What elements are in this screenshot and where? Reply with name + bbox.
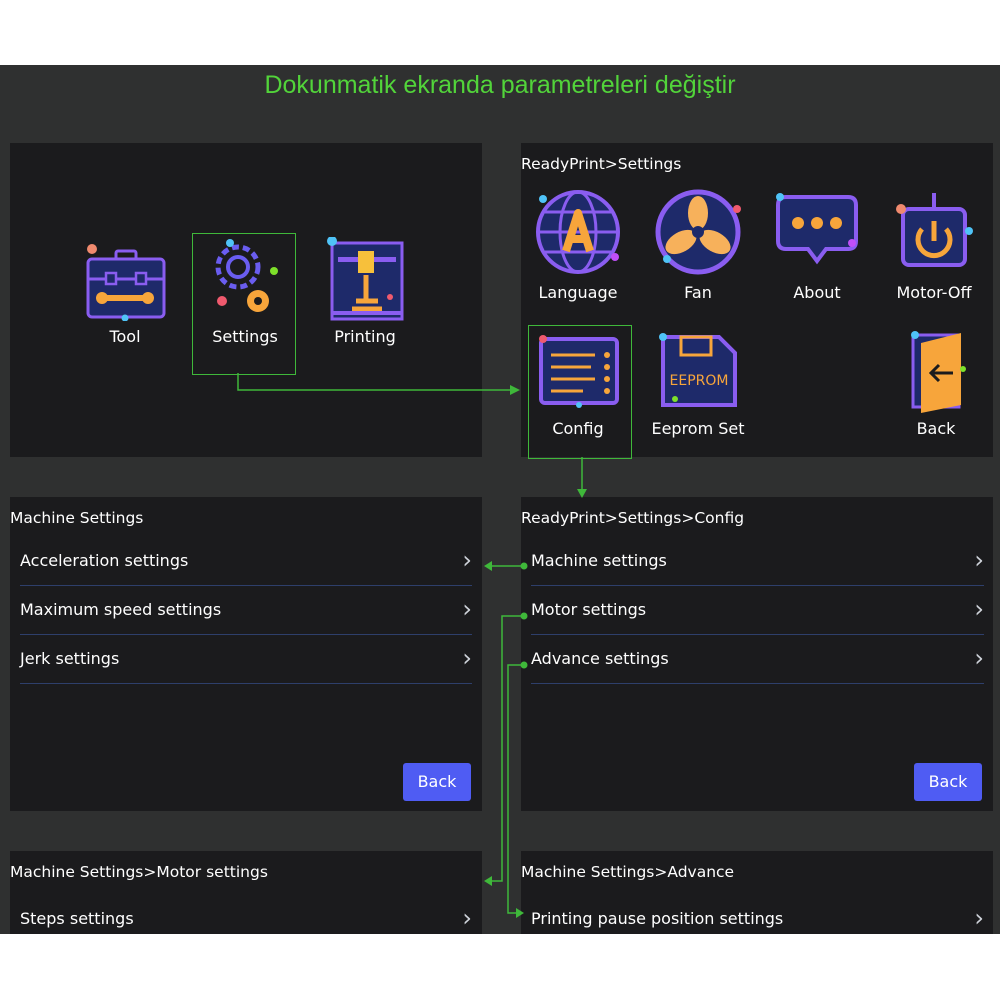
steps-settings-row[interactable]: Steps settings › <box>20 895 472 934</box>
arrow-head <box>484 876 492 886</box>
config-selection-frame <box>528 325 632 459</box>
back-tile[interactable]: Back <box>881 329 991 438</box>
row-label: Printing pause position settings <box>531 909 784 928</box>
motor-settings-panel: Machine Settings>Motor settings Steps se… <box>10 851 482 934</box>
config-panel: ReadyPrint>Settings>Config Machine setti… <box>521 497 993 811</box>
chat-icon <box>762 187 872 277</box>
about-label: About <box>793 283 841 302</box>
breadcrumb: ReadyPrint>Settings>Config <box>521 509 745 527</box>
chevron-right-icon: › <box>462 546 472 574</box>
breadcrumb: ReadyPrint>Settings <box>521 155 682 173</box>
breadcrumb: Machine Settings>Advance <box>521 863 735 881</box>
tool-label: Tool <box>109 327 141 346</box>
row-label: Motor settings <box>531 600 647 619</box>
home-panel: Tool Settings Printing <box>10 143 482 457</box>
connector-motor <box>490 615 522 882</box>
back-button[interactable]: Back <box>914 763 982 801</box>
screen-stage: Dokunmatik ekranda parametreleri değişti… <box>0 65 1000 934</box>
row-label: Machine settings <box>531 551 667 570</box>
fan-tile[interactable]: Fan <box>643 187 753 302</box>
jerk-settings-row[interactable]: Jerk settings › <box>20 635 472 684</box>
fan-label: Fan <box>684 283 712 302</box>
printing-tile[interactable]: Printing <box>310 237 420 346</box>
acceleration-settings-row[interactable]: Acceleration settings › <box>20 537 472 586</box>
motor-off-tile[interactable]: Motor-Off <box>879 187 989 302</box>
settings-panel: ReadyPrint>Settings Language Fan About M… <box>521 143 993 459</box>
motor-off-label: Motor-Off <box>896 283 972 302</box>
machine-settings-row[interactable]: Machine settings › <box>531 537 984 586</box>
eeprom-icon: EEPROM <box>643 329 753 413</box>
maximum-speed-settings-row[interactable]: Maximum speed settings › <box>20 586 472 635</box>
breadcrumb: Machine Settings <box>10 509 144 527</box>
breadcrumb: Machine Settings>Motor settings <box>10 863 268 881</box>
back-label: Back <box>916 419 956 438</box>
arrow-head <box>510 385 520 395</box>
language-label: Language <box>538 283 618 302</box>
toolbox-icon <box>70 243 180 321</box>
chevron-right-icon: › <box>974 904 984 932</box>
back-button[interactable]: Back <box>403 763 471 801</box>
connector-advance <box>507 664 522 914</box>
power-icon <box>879 187 989 277</box>
row-label: Acceleration settings <box>20 551 189 570</box>
eeprom-label: Eeprom Set <box>651 419 745 438</box>
chevron-right-icon: › <box>974 644 984 672</box>
advance-settings-row[interactable]: Advance settings › <box>531 635 984 684</box>
tool-tile[interactable]: Tool <box>70 243 180 346</box>
advance-settings-panel: Machine Settings>Advance Printing pause … <box>521 851 993 934</box>
language-tile[interactable]: Language <box>523 187 633 302</box>
machine-settings-panel: Machine Settings Acceleration settings ›… <box>10 497 482 811</box>
eeprom-text: EEPROM <box>670 373 729 389</box>
chevron-right-icon: › <box>462 904 472 932</box>
row-label: Advance settings <box>531 649 669 668</box>
chevron-right-icon: › <box>462 644 472 672</box>
settings-selection-frame <box>192 233 296 375</box>
chevron-right-icon: › <box>974 595 984 623</box>
row-label: Jerk settings <box>20 649 120 668</box>
fan-icon <box>643 187 753 277</box>
eeprom-tile[interactable]: EEPROM Eeprom Set <box>643 329 753 438</box>
row-label: Maximum speed settings <box>20 600 222 619</box>
page-title: Dokunmatik ekranda parametreleri değişti… <box>264 71 736 99</box>
about-tile[interactable]: About <box>762 187 872 302</box>
chevron-right-icon: › <box>974 546 984 574</box>
motor-settings-row[interactable]: Motor settings › <box>531 586 984 635</box>
printer-icon <box>310 237 420 321</box>
row-label: Steps settings <box>20 909 134 928</box>
printing-label: Printing <box>334 327 396 346</box>
arrow-head <box>484 561 492 571</box>
globe-icon <box>523 187 633 277</box>
chevron-right-icon: › <box>462 595 472 623</box>
printing-pause-position-row[interactable]: Printing pause position settings › <box>531 895 984 934</box>
back-door-icon <box>881 329 991 413</box>
